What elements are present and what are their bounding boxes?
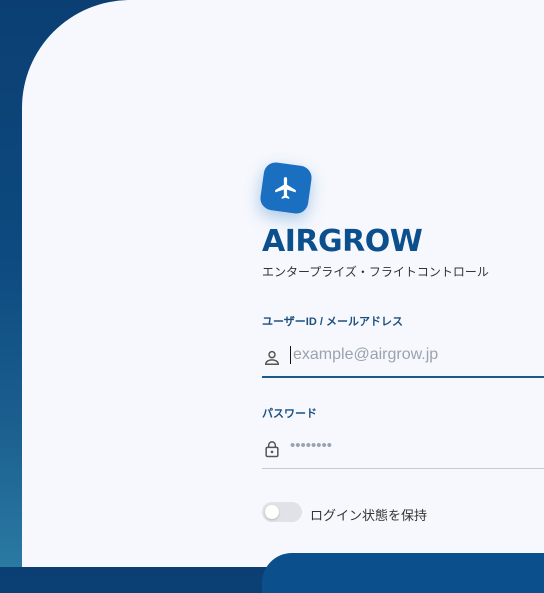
remember-toggle-knob[interactable] (265, 505, 279, 519)
login-button[interactable] (262, 553, 544, 593)
password-input-value[interactable]: •••••••• (290, 437, 332, 454)
user-field-underline (262, 376, 544, 378)
person-icon (264, 350, 280, 365)
password-field-label: パスワード (262, 408, 317, 420)
login-panel (22, 0, 544, 567)
user-field-label: ユーザーID / メールアドレス (262, 316, 403, 328)
password-field-underline (262, 468, 544, 469)
lock-icon (265, 441, 279, 458)
remember-label: ログイン状態を保持 (310, 508, 428, 523)
user-field[interactable]: example@airgrow.jp (262, 340, 544, 374)
user-input-placeholder[interactable]: example@airgrow.jp (290, 346, 438, 364)
password-field[interactable]: •••••••• (262, 431, 544, 465)
brand-subtitle: エンタープライズ・フライトコントロール (262, 265, 489, 279)
brand-title: AIRGROW (262, 224, 423, 259)
airplane-icon (275, 177, 296, 199)
brand-logo (258, 160, 314, 216)
